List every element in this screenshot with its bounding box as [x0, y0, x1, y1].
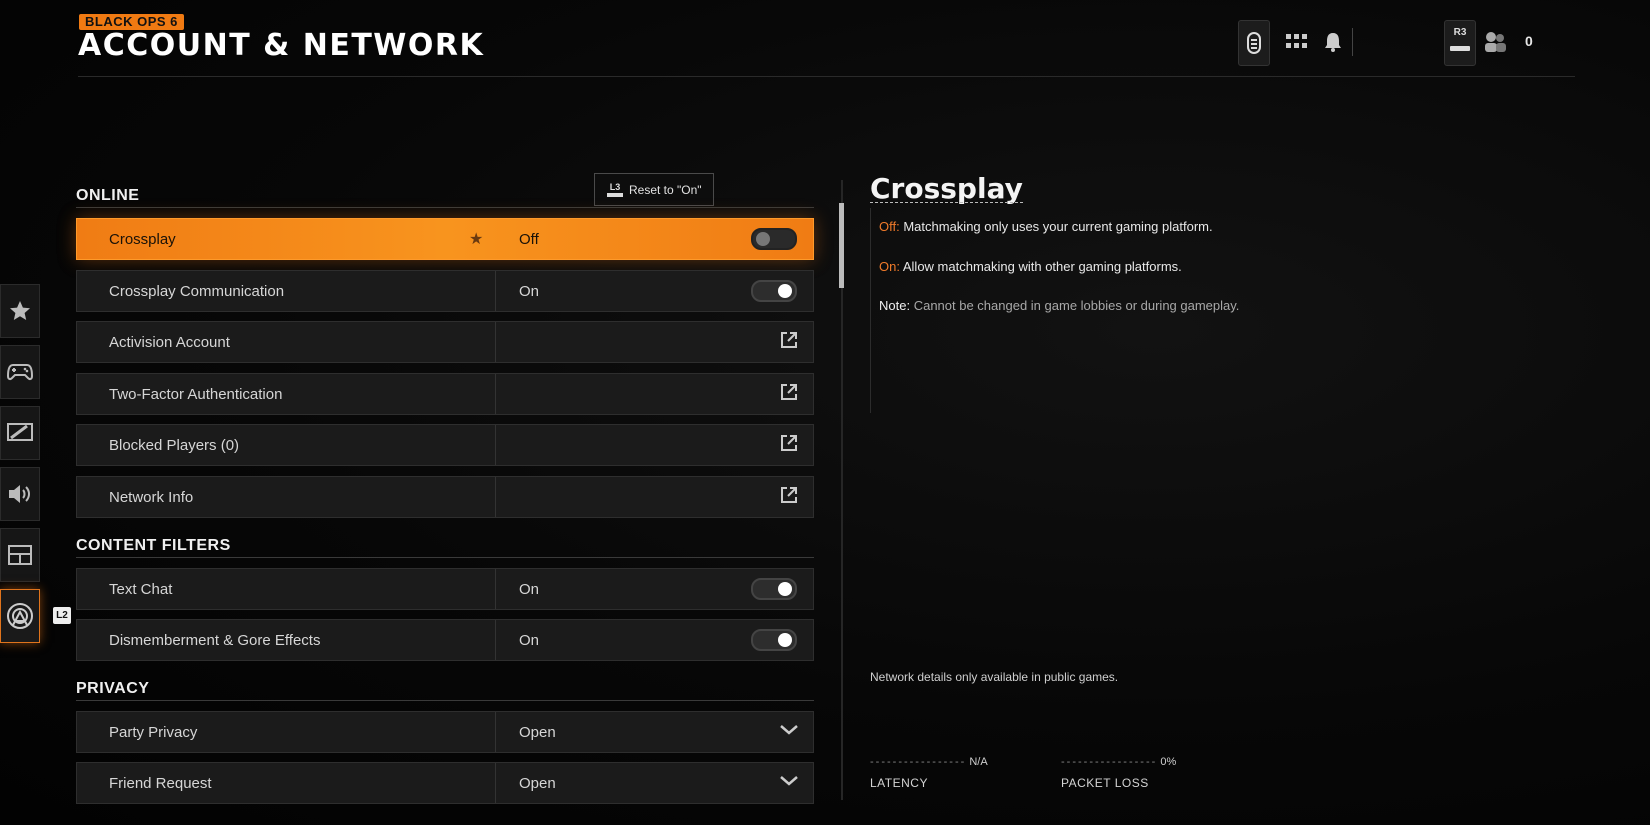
setting-value: Open: [519, 723, 556, 741]
latency-label: LATENCY: [870, 776, 928, 790]
description-off: Off: Matchmaking only uses your current …: [879, 219, 1213, 234]
controller-icon: [7, 364, 33, 381]
packet-loss-readout: ----------------- 0%: [1061, 756, 1177, 768]
l3-button-icon: L3: [607, 182, 623, 197]
setting-value: On: [519, 282, 540, 300]
external-link-icon: [779, 433, 799, 458]
setting-label: Dismemberment & Gore Effects: [109, 631, 321, 649]
setting-label: Crossplay: [109, 230, 176, 248]
header-divider: [78, 76, 1575, 77]
setting-label: Two-Factor Authentication: [109, 385, 283, 403]
setting-row-gore-effects[interactable]: Dismemberment & Gore Effects On: [76, 619, 814, 661]
friend-count: 0: [1525, 33, 1533, 49]
description-on: On: Allow matchmaking with other gaming …: [879, 259, 1182, 274]
setting-label: Party Privacy: [109, 723, 198, 741]
network-details-note: Network details only available in public…: [870, 670, 1119, 684]
latency-readout: ----------------- N/A: [870, 756, 988, 768]
text-chat-toggle[interactable]: [751, 578, 797, 600]
friends-icon[interactable]: [1480, 20, 1510, 64]
r3-button-icon: [1450, 46, 1470, 51]
speaker-icon: [9, 485, 30, 503]
section-title-privacy: PRIVACY: [76, 680, 150, 697]
notification-bell-icon[interactable]: [1318, 20, 1348, 64]
favorite-star-icon[interactable]: ★: [469, 229, 483, 249]
section-divider: [76, 700, 814, 701]
description-title: Crossplay: [870, 172, 1023, 205]
network-icon: [7, 603, 33, 629]
chevron-down-icon[interactable]: [779, 774, 799, 792]
setting-value: On: [519, 580, 540, 598]
reset-tooltip[interactable]: L3 Reset to "On": [594, 173, 714, 206]
crossplay-communication-toggle[interactable]: [751, 280, 797, 302]
description-border: [870, 208, 871, 413]
packet-loss-value: 0%: [1160, 756, 1177, 768]
gore-effects-toggle[interactable]: [751, 629, 797, 651]
section-title-content-filters: CONTENT FILTERS: [76, 537, 231, 554]
section-title-online: ONLINE: [76, 187, 140, 204]
setting-label: Text Chat: [109, 580, 173, 598]
setting-label: Crossplay Communication: [109, 282, 285, 300]
crossplay-toggle[interactable]: [751, 228, 797, 250]
external-link-icon: [779, 330, 799, 355]
setting-row-friend-request[interactable]: Friend Request Open: [76, 762, 814, 804]
grid-menu-icon[interactable]: [1282, 20, 1312, 64]
setting-value: On: [519, 631, 540, 649]
packet-loss-label: PACKET LOSS: [1061, 776, 1149, 790]
nav-item-controller[interactable]: [0, 345, 40, 399]
chevron-down-icon[interactable]: [779, 723, 799, 741]
setting-label: Activision Account: [109, 333, 230, 351]
scrollbar-thumb[interactable]: [839, 203, 844, 288]
setting-row-blocked-players[interactable]: Blocked Players (0): [76, 424, 814, 466]
external-link-icon: [779, 382, 799, 407]
setting-value: Off: [519, 230, 539, 248]
l2-button-prompt: L2: [53, 607, 71, 624]
setting-row-activision-account[interactable]: Activision Account: [76, 321, 814, 363]
description-underline: [870, 202, 1023, 203]
setting-label: Friend Request: [109, 774, 212, 792]
r3-label: R3: [1453, 27, 1467, 38]
display-icon: [7, 423, 33, 441]
section-divider: [76, 557, 814, 558]
nav-item-graphics[interactable]: [0, 406, 40, 460]
setting-row-party-privacy[interactable]: Party Privacy Open: [76, 711, 814, 753]
nav-item-account-network[interactable]: [0, 589, 40, 643]
settings-category-nav: [0, 284, 42, 650]
setting-label: Network Info: [109, 488, 194, 506]
nav-item-interface[interactable]: [0, 528, 40, 582]
latency-value: N/A: [969, 756, 988, 768]
star-icon: [10, 301, 30, 320]
description-note: Note: Cannot be changed in game lobbies …: [879, 298, 1240, 313]
setting-row-crossplay-communication[interactable]: Crossplay Communication On: [76, 270, 814, 312]
r3-button-prompt[interactable]: R3: [1444, 20, 1476, 66]
currency-icon[interactable]: [1238, 20, 1270, 66]
nav-item-audio[interactable]: [0, 467, 40, 521]
section-divider: [76, 207, 814, 208]
setting-row-network-info[interactable]: Network Info: [76, 476, 814, 518]
external-link-icon: [779, 485, 799, 510]
setting-value: Open: [519, 774, 556, 792]
header-separator: [1352, 28, 1353, 56]
setting-row-text-chat[interactable]: Text Chat On: [76, 568, 814, 610]
setting-label: Blocked Players (0): [109, 436, 240, 454]
page-title: ACCOUNT & NETWORK: [78, 28, 485, 63]
interface-icon: [8, 545, 32, 565]
nav-item-favorites[interactable]: [0, 284, 40, 338]
setting-row-two-factor[interactable]: Two-Factor Authentication: [76, 373, 814, 415]
setting-row-crossplay[interactable]: Crossplay ★ Off: [76, 218, 814, 260]
reset-tooltip-text: Reset to "On": [629, 182, 702, 197]
